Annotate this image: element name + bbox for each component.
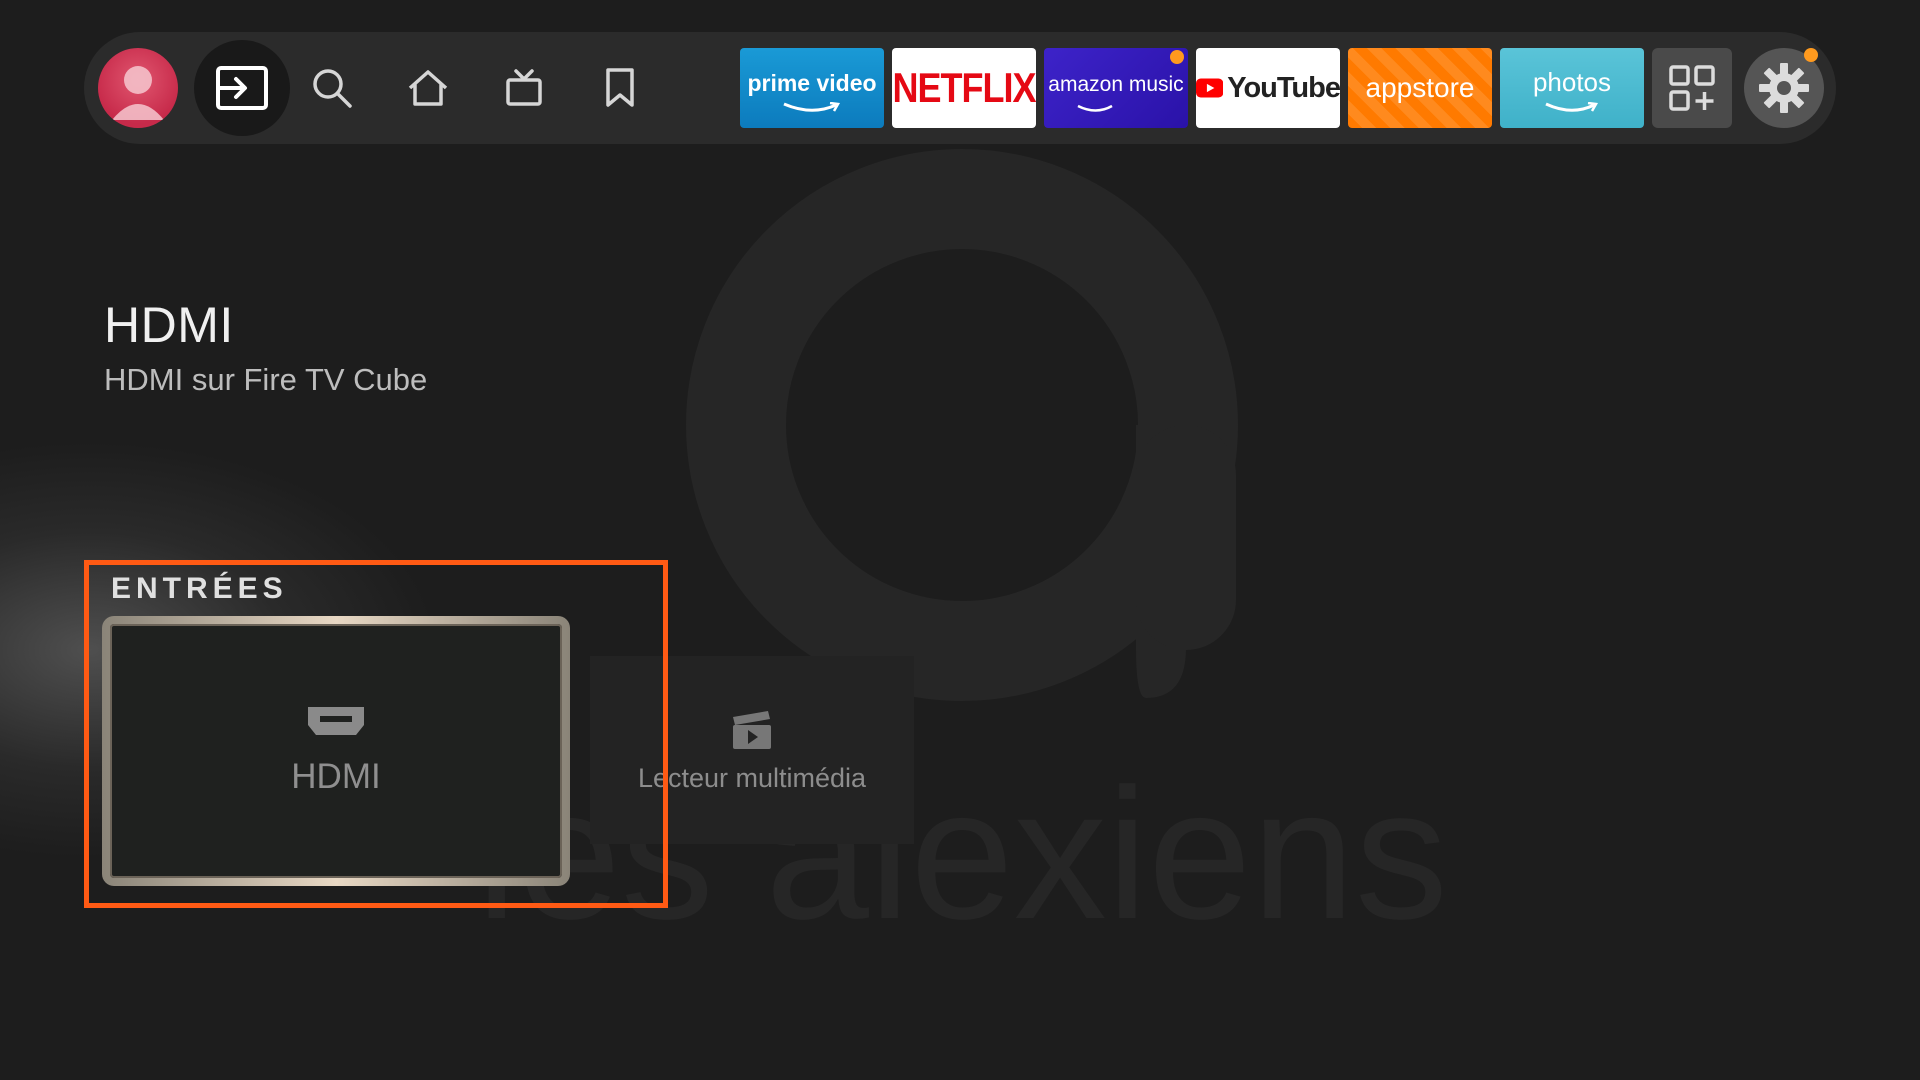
youtube-label: YouTube [1227, 71, 1340, 104]
home-button[interactable] [396, 56, 460, 120]
fire-tv-screen: les alexiens prime video NETFLIX amazon … [0, 0, 1920, 1080]
watchlist-button[interactable] [588, 56, 652, 120]
media-player-icon [733, 710, 771, 749]
photos-label: photos [1532, 66, 1612, 97]
search-button[interactable] [300, 56, 364, 120]
hdmi-input-tile[interactable]: HDMI [102, 616, 570, 886]
watermark-logo: les alexiens [476, 149, 1448, 958]
gear-icon [1759, 63, 1809, 113]
inputs-section-label: ENTRÉES [111, 572, 288, 605]
prime-video-tile[interactable]: prime video [740, 48, 884, 128]
media-player-tile-label: Lecteur multimédia [637, 762, 867, 793]
appstore-label: appstore [1365, 72, 1475, 103]
prime-video-label: prime video [747, 69, 877, 96]
hdmi-tile-label: HDMI [291, 757, 381, 796]
amazon-music-tile[interactable]: amazon music [1044, 48, 1188, 128]
all-apps-button[interactable] [1652, 48, 1732, 128]
profile-avatar[interactable] [98, 48, 178, 128]
youtube-tile[interactable]: YouTube [1196, 48, 1340, 128]
live-tv-button[interactable] [492, 56, 556, 120]
photos-tile[interactable]: photos [1500, 48, 1644, 128]
smile-icon [783, 102, 841, 112]
media-player-tile[interactable]: Lecteur multimédia [590, 656, 914, 844]
smile-icon [1545, 102, 1599, 112]
netflix-tile[interactable]: NETFLIX [892, 48, 1036, 128]
top-navigation-bar: prime video NETFLIX amazon music YouTube [84, 32, 1836, 144]
amazon-music-label: amazon music [1048, 73, 1184, 96]
netflix-label: NETFLIX [892, 63, 1037, 111]
smile-icon [1077, 104, 1113, 112]
input-icon [216, 66, 268, 110]
user-avatar-icon [112, 66, 164, 120]
home-icon [408, 70, 448, 106]
tv-icon [506, 69, 542, 106]
inputs-button[interactable] [194, 40, 290, 136]
page-title: HDMI [104, 297, 234, 353]
appstore-tile[interactable]: appstore [1348, 48, 1492, 128]
hdmi-port-icon [308, 707, 364, 735]
page-subtitle: HDMI sur Fire TV Cube [104, 362, 428, 397]
notification-dot [1170, 50, 1184, 64]
settings-notification-dot [1804, 48, 1818, 62]
youtube-play-icon [1196, 78, 1224, 98]
apps-grid-icon [1669, 65, 1715, 111]
search-icon [313, 69, 352, 108]
bookmark-icon [606, 68, 634, 107]
